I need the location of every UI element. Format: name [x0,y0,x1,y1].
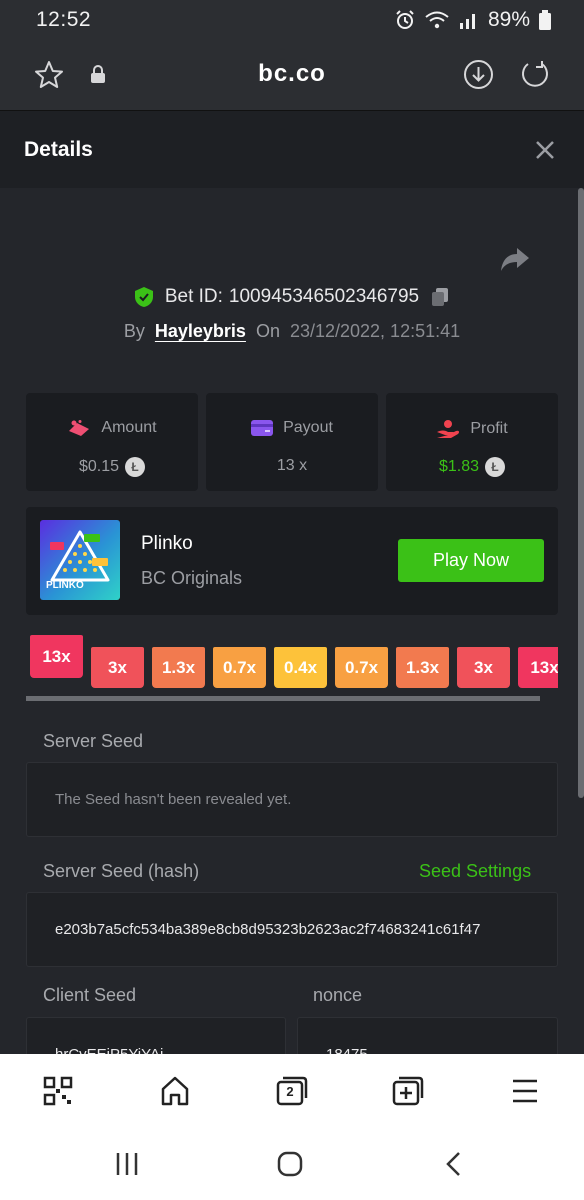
amount-icon [69,420,90,436]
thumb-text: PLINKO [46,580,84,591]
profit-label: Profit [470,420,508,437]
multiplier-chip: 0.7x [213,647,266,688]
multiplier-chip: 0.4x [274,647,327,688]
back-icon[interactable] [440,1150,468,1178]
status-bar: 12:52 89% [0,0,584,40]
new-tab-icon[interactable] [391,1074,425,1108]
seed-settings-link[interactable]: Seed Settings [419,861,531,882]
verified-shield-icon [134,287,153,307]
url-text[interactable]: bc.co [0,60,584,88]
home-button-icon[interactable] [276,1150,304,1178]
client-seed-label: Client Seed [43,985,137,1005]
plinko-thumbnail[interactable]: PLINKO [40,520,120,600]
amount-value: $0.15 [78,458,120,475]
nonce-label: nonce [313,985,363,1005]
qr-code-icon[interactable] [41,1074,75,1108]
home-icon[interactable] [158,1074,192,1108]
browser-address-bar: bc.co [0,40,584,110]
server-seed-hash-label: Server Seed (hash) [43,861,200,881]
on-label: On [255,321,280,341]
multiplier-chip: 0.7x [335,647,388,688]
multiplier-chip: 13x [30,635,83,678]
copy-icon[interactable] [429,286,451,308]
game-name[interactable]: Plinko [141,533,193,555]
bet-datetime: 23/12/2022, 12:51:41 [289,321,461,341]
multiplier-chip: 3x [91,647,144,688]
payout-value: 13 x [276,457,308,474]
battery-icon [539,10,551,30]
status-time: 12:52 [36,8,92,31]
game-card: PLINKO Plinko BC Originals Play Now [26,507,558,615]
server-seed-value: The Seed hasn't been revealed yet. [55,791,292,808]
litecoin-icon: Ł [125,457,146,477]
server-seed-label: Server Seed [43,731,144,751]
play-now-button[interactable]: Play Now [398,539,544,582]
by-label: By [123,321,145,341]
battery-percent: 89% [487,8,530,31]
multiplier-chip: 1.3x [152,647,205,688]
client-seed-value: hrCvEEjP5YiYAj [55,1046,163,1054]
tabs-count: 2 [286,1084,294,1099]
multiplier-chip: 3x [457,647,510,688]
multiplier-chip: 13x [518,647,558,688]
reload-icon[interactable] [520,59,550,89]
alarm-icon [396,10,414,29]
nonce-value: 18475 [326,1046,368,1054]
payout-card-icon [251,420,274,436]
tabs-button[interactable]: 2 [275,1074,309,1108]
amount-box: Amount $0.15 Ł [26,393,198,491]
profit-box: Profit $1.83 Ł [386,393,558,491]
details-title: Details [24,138,93,161]
multiplier-row: 13x 3x 1.3x 0.7x 0.4x 0.7x 1.3x 3x 13x [30,635,558,695]
litecoin-icon: Ł [485,457,506,477]
browser-bottom-toolbar: 2 [0,1054,584,1128]
bet-id-value: 100945346502346795 [228,286,420,307]
download-icon[interactable] [463,59,494,90]
nonce-field[interactable]: 18475 [297,1017,558,1054]
status-icons: 89% [394,8,552,32]
server-seed-hash-value: e203b7a5cfc534ba389e8cb8d95323b2623ac2f7… [55,921,481,938]
share-icon[interactable] [500,246,530,272]
profit-hand-icon [437,420,460,438]
recent-apps-icon[interactable] [113,1150,141,1178]
username-link[interactable]: Hayleybris [155,321,246,342]
server-seed-hash-field[interactable]: e203b7a5cfc534ba389e8cb8d95323b2623ac2f7… [26,892,558,967]
game-provider: BC Originals [141,568,243,588]
client-seed-field[interactable]: hrCvEEjP5YiYAj [26,1017,286,1054]
system-navigation-bar [0,1128,584,1200]
bet-id-row: Bet ID: 100945346502346795 [0,286,584,308]
payout-box: Payout 13 x [206,393,378,491]
profit-value: $1.83 [438,458,480,475]
details-header: Details [0,110,584,188]
wifi-icon [425,11,449,29]
scrollbar[interactable] [578,188,584,798]
multiplier-scrollbar[interactable] [26,696,540,701]
server-seed-field: The Seed hasn't been revealed yet. [26,762,558,837]
bet-details-panel: Bet ID: 100945346502346795 By Hayleybris … [0,188,584,1054]
multiplier-chip: 1.3x [396,647,449,688]
amount-label: Amount [101,419,157,436]
close-icon[interactable] [530,135,560,165]
menu-icon[interactable] [508,1074,542,1108]
signal-icon [459,14,475,29]
bet-id-label: Bet ID: [164,286,223,307]
bet-author-row: By Hayleybris On 23/12/2022, 12:51:41 [0,321,584,342]
payout-label: Payout [283,419,333,436]
